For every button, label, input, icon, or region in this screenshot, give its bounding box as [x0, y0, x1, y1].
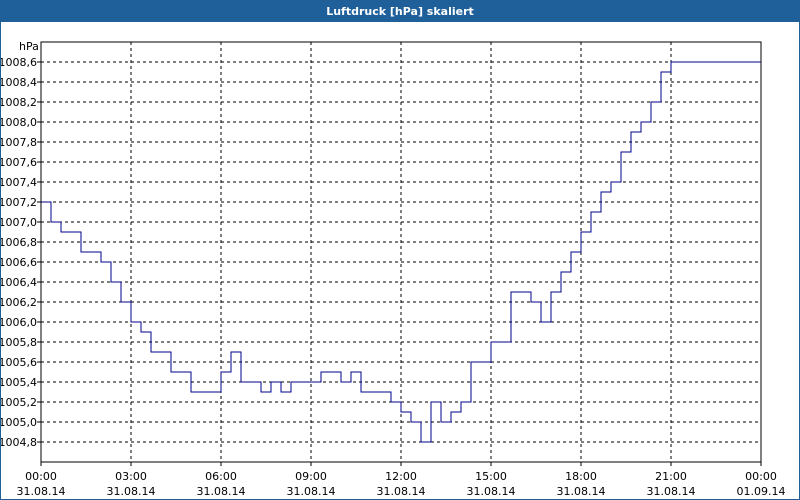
x-tick-time-label: 09:00 — [295, 470, 327, 483]
y-tick-label: 1008,4 — [1, 76, 37, 89]
x-tick-date-label: 31.08.14 — [287, 485, 336, 498]
x-tick-time-label: 21:00 — [655, 470, 687, 483]
y-tick-label: 1005,8 — [1, 336, 37, 349]
y-tick-label: 1004,8 — [1, 436, 37, 449]
x-tick-time-label: 12:00 — [385, 470, 417, 483]
y-tick-label: 1005,2 — [1, 396, 37, 409]
x-tick-date-label: 31.08.14 — [107, 485, 156, 498]
y-tick-label: 1005,0 — [1, 416, 37, 429]
x-tick-date-label: 31.08.14 — [17, 485, 66, 498]
y-tick-label: 1007,2 — [1, 196, 37, 209]
x-tick-date-label: 31.08.14 — [647, 485, 696, 498]
x-tick-time-label: 00:00 — [745, 470, 777, 483]
x-tick-date-label: 31.08.14 — [467, 485, 516, 498]
x-tick-time-label: 18:00 — [565, 470, 597, 483]
y-tick-label: 1008,2 — [1, 96, 37, 109]
y-tick-label: 1005,6 — [1, 356, 37, 369]
x-tick-date-label: 31.08.14 — [197, 485, 246, 498]
y-tick-label: 1006,8 — [1, 236, 37, 249]
y-tick-label: 1006,6 — [1, 256, 37, 269]
y-tick-label: 1008,0 — [1, 116, 37, 129]
chart-window: Luftdruck [hPa] skaliert 1004,8 1005,0 100… — [0, 0, 800, 500]
y-tick-label: 1006,2 — [1, 296, 37, 309]
x-tick-time-label: 03:00 — [115, 470, 147, 483]
y-tick-label: 1007,8 — [1, 136, 37, 149]
x-tick-date-label: 01.09.14 — [737, 485, 786, 498]
x-tick-time-label: 06:00 — [205, 470, 237, 483]
pressure-chart: 1004,8 1005,0 1005,2 1005,4 1005,6 1005,8 1006… — [1, 40, 786, 498]
y-tick-label: 1005,4 — [1, 376, 37, 389]
x-tick-time-label: 15:00 — [475, 470, 507, 483]
y-tick-label: 1007,0 — [1, 216, 37, 229]
y-tick-label: 1008,6 — [1, 56, 37, 69]
y-tick-label: 1007,6 — [1, 156, 37, 169]
y-tick-label: 1006,4 — [1, 276, 37, 289]
x-tick-time-label: 00:00 — [25, 470, 57, 483]
x-tick-date-label: 31.08.14 — [377, 485, 426, 498]
y-tick-label: 1006,0 — [1, 316, 37, 329]
x-tick-date-label: 31.08.14 — [557, 485, 606, 498]
y-tick-label: 1007,4 — [1, 176, 37, 189]
y-axis-unit: hPa — [19, 40, 39, 53]
